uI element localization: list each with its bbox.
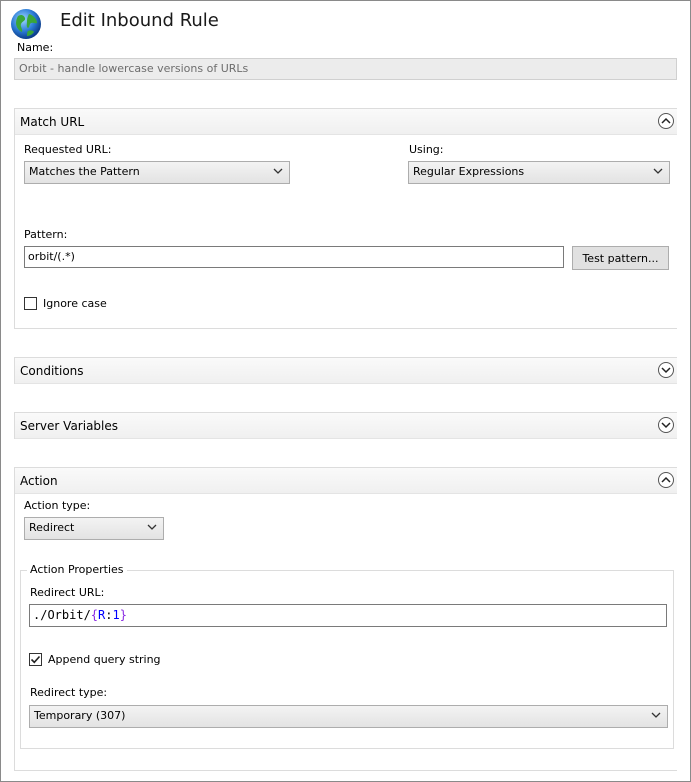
match-url-title: Match URL xyxy=(20,115,85,129)
collapse-chevron-icon[interactable] xyxy=(658,472,674,488)
action-properties-title: Action Properties xyxy=(27,563,127,576)
ignore-case-checkbox[interactable] xyxy=(24,297,37,310)
chevron-down-icon xyxy=(653,168,663,174)
redirect-url-input[interactable]: ./Orbit/{R:1} xyxy=(29,604,667,627)
ignore-case-label: Ignore case xyxy=(43,297,107,310)
redirect-type-dropdown[interactable]: Temporary (307) xyxy=(29,705,668,728)
conditions-section: Conditions xyxy=(14,357,677,384)
chevron-down-icon xyxy=(273,168,283,174)
match-url-section: Match URL xyxy=(14,108,677,329)
name-label: Name: xyxy=(17,41,54,54)
match-url-header[interactable]: Match URL xyxy=(15,109,677,135)
expand-chevron-icon[interactable] xyxy=(658,417,674,433)
checkmark-icon xyxy=(30,655,41,664)
redirect-url-colon: : xyxy=(105,608,113,622)
append-query-checkbox[interactable] xyxy=(29,653,42,666)
redirect-type-label: Redirect type: xyxy=(30,686,108,699)
action-type-label: Action type: xyxy=(24,499,91,512)
append-query-label: Append query string xyxy=(48,653,161,666)
server-variables-section: Server Variables xyxy=(14,412,677,439)
using-dropdown[interactable]: Regular Expressions xyxy=(408,161,670,184)
redirect-type-value: Temporary (307) xyxy=(34,709,126,722)
test-pattern-button[interactable]: Test pattern... xyxy=(572,246,669,270)
conditions-header[interactable]: Conditions xyxy=(15,358,677,384)
redirect-url-index: 1 xyxy=(112,608,120,622)
chevron-down-icon xyxy=(651,712,661,718)
redirect-url-prefix: ./Orbit/ xyxy=(33,608,91,622)
collapse-chevron-icon[interactable] xyxy=(658,113,674,129)
edit-inbound-rule-window: Edit Inbound Rule Name: Orbit - handle l… xyxy=(0,0,691,782)
expand-chevron-icon[interactable] xyxy=(658,362,674,378)
action-header[interactable]: Action xyxy=(15,468,677,494)
action-title: Action xyxy=(20,474,58,488)
chevron-down-icon xyxy=(147,524,157,530)
requested-url-value: Matches the Pattern xyxy=(29,165,140,178)
name-field[interactable]: Orbit - handle lowercase versions of URL… xyxy=(14,58,677,80)
globe-icon xyxy=(10,8,42,40)
requested-url-dropdown[interactable]: Matches the Pattern xyxy=(24,161,290,184)
server-variables-title: Server Variables xyxy=(20,419,119,433)
server-variables-header[interactable]: Server Variables xyxy=(15,413,677,439)
action-type-value: Redirect xyxy=(29,521,75,534)
using-value: Regular Expressions xyxy=(413,165,525,178)
page-title: Edit Inbound Rule xyxy=(60,10,219,31)
pattern-input[interactable]: orbit/(.*) xyxy=(24,246,564,268)
using-label: Using: xyxy=(409,143,444,156)
pattern-label: Pattern: xyxy=(24,228,68,241)
redirect-url-open-brace: { xyxy=(90,608,99,622)
requested-url-label: Requested URL: xyxy=(24,143,112,156)
redirect-url-close-brace: } xyxy=(119,608,127,622)
action-type-dropdown[interactable]: Redirect xyxy=(24,517,164,540)
redirect-url-label: Redirect URL: xyxy=(30,586,105,599)
conditions-title: Conditions xyxy=(20,364,84,378)
